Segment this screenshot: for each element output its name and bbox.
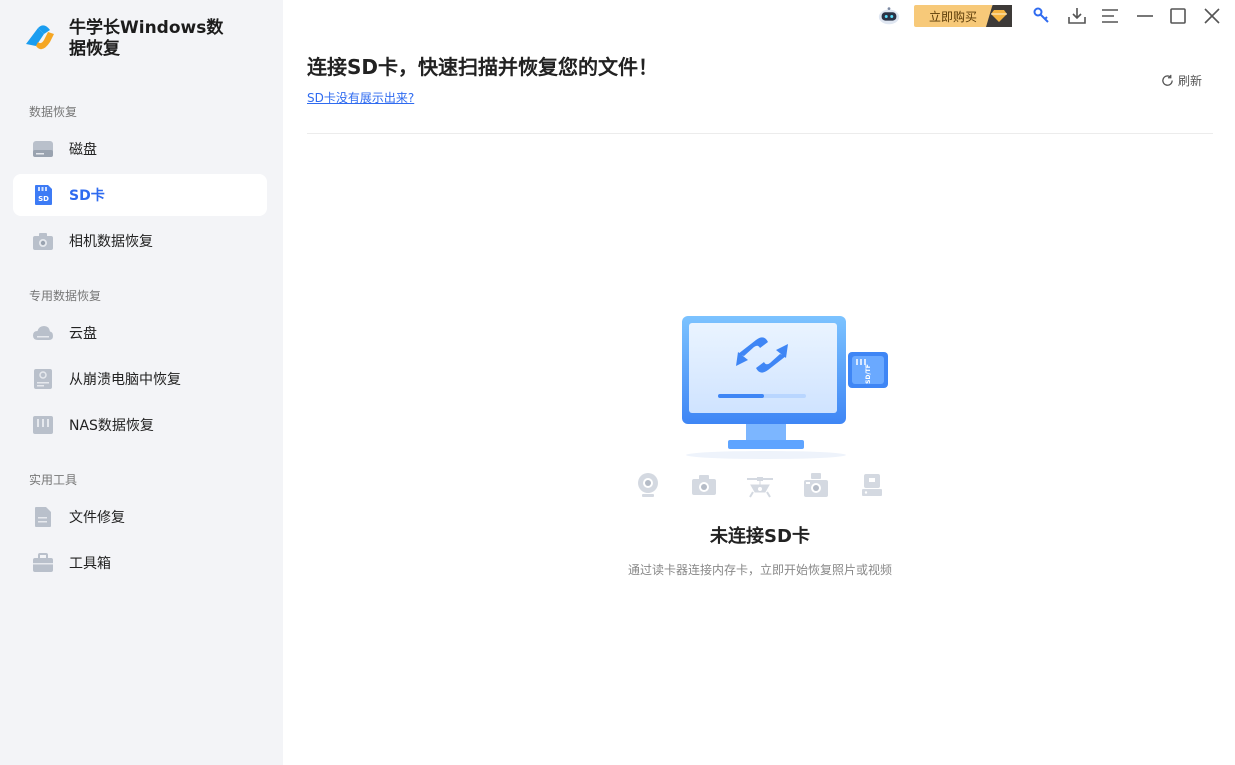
sidebar-item-disk[interactable]: 磁盘: [13, 128, 267, 170]
sidebar-item-label: 相机数据恢复: [69, 234, 153, 250]
header-divider: [307, 133, 1213, 134]
section-title-special-recovery: 专用数据恢复: [29, 289, 102, 303]
sidebar-item-camera[interactable]: 相机数据恢复: [13, 220, 267, 262]
recorder-device-icon: [857, 470, 887, 500]
cloud-icon: [31, 321, 55, 345]
crashed-pc-icon: [31, 367, 55, 391]
sidebar-item-cloud[interactable]: 云盘: [13, 312, 267, 354]
app-brand: 牛学长Windows数据恢复: [22, 18, 239, 60]
sidebar-item-label: 云盘: [69, 326, 97, 342]
sidebar-item-nas[interactable]: NAS数据恢复: [13, 404, 267, 446]
buy-now-label: 立即购买: [914, 5, 992, 27]
sd-card-icon: SD: [31, 183, 55, 207]
app-name: 牛学长Windows数据恢复: [69, 18, 224, 59]
sidebar-item-sd-card[interactable]: SD SD卡: [13, 174, 267, 216]
empty-state-title-text: 未连接SD卡: [710, 526, 810, 547]
app-logo-icon: [26, 25, 54, 50]
refresh-button[interactable]: 刷新: [1161, 72, 1202, 89]
empty-state-subtitle-text: 通过读卡器连接内存卡，立即开始恢复照片或视频: [627, 563, 892, 577]
camera-icon: [31, 229, 55, 253]
minimize-icon[interactable]: [1133, 4, 1157, 28]
camera-icon: [689, 470, 719, 500]
nas-icon: [31, 413, 55, 437]
sidebar-item-crashed-pc[interactable]: 从崩溃电脑中恢复: [13, 358, 267, 400]
sidebar-item-label: SD卡: [69, 188, 105, 204]
sidebar-item-label: 磁盘: [69, 142, 97, 158]
key-icon[interactable]: [1030, 4, 1054, 28]
security-camera-icon: [801, 470, 831, 500]
maximize-icon[interactable]: [1166, 4, 1190, 28]
menu-icon[interactable]: [1098, 4, 1122, 28]
refresh-label: 刷新: [1178, 74, 1203, 88]
sd-not-shown-link[interactable]: SD卡没有展示出来?: [307, 89, 414, 106]
empty-state-title: 未连接SD卡: [0, 522, 1235, 548]
supported-devices-row: [633, 470, 913, 500]
section-title-data-recovery: 数据恢复: [29, 105, 78, 119]
section-title-tools: 实用工具: [29, 473, 78, 487]
page-title: 连接SD卡，快速扫描并恢复您的文件！: [307, 55, 659, 79]
webcam-icon: [633, 470, 663, 500]
no-sd-card-illustration: SD/TF: [682, 316, 888, 459]
sidebar-item-label: 从崩溃电脑中恢复: [69, 372, 181, 388]
empty-state-subtitle: 通过读卡器连接内存卡，立即开始恢复照片或视频: [0, 561, 1235, 578]
assistant-robot-icon[interactable]: [877, 4, 901, 28]
download-icon[interactable]: [1065, 4, 1089, 28]
close-icon[interactable]: [1200, 4, 1224, 28]
sd-card-label: SD/TF: [865, 364, 872, 384]
drone-icon: [745, 470, 775, 500]
sidebar-item-label: NAS数据恢复: [69, 418, 154, 434]
disk-icon: [31, 137, 55, 161]
svg-text:SD: SD: [38, 195, 49, 203]
refresh-icon: [1162, 74, 1173, 86]
buy-now-button[interactable]: 立即购买: [914, 5, 1018, 27]
sidebar: 牛学长Windows数据恢复 数据恢复 磁盘 SD SD卡 相机数据恢复 专用数…: [0, 0, 283, 765]
